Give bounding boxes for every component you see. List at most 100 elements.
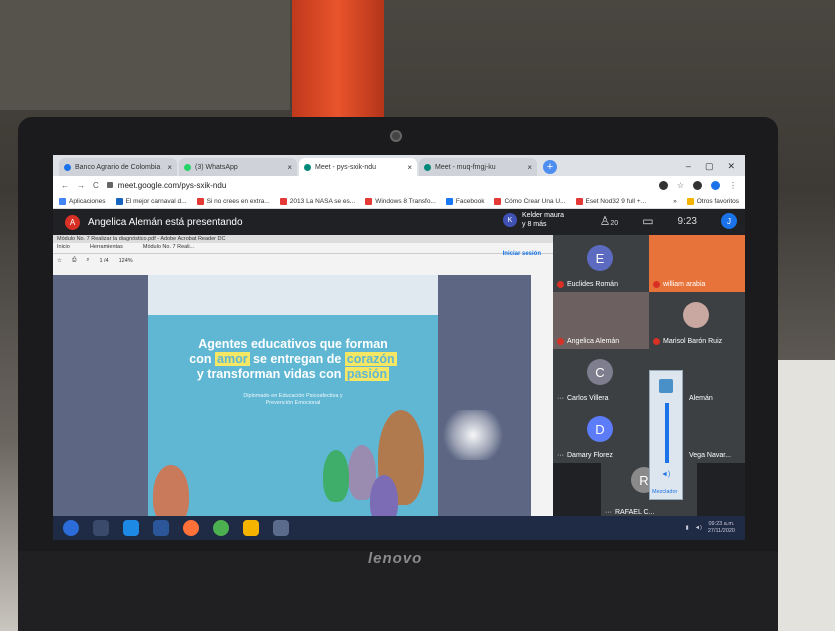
presenting-text: Angelica Alemán está presentando: [88, 216, 243, 228]
bookmark-label: Facebook: [455, 197, 485, 205]
bookmark-item[interactable]: Aplicaciones: [59, 197, 106, 205]
bookmark-item[interactable]: Eset Nod32 9 full +...: [575, 197, 646, 205]
people-icon: ♙: [599, 214, 611, 228]
participant-tile[interactable]: D ··· Damary Florez: [553, 406, 649, 463]
facebook-icon: [445, 197, 453, 205]
participant-avatar: D: [587, 416, 613, 442]
headline-line3: y transforman vidas con pasión: [156, 367, 430, 382]
participant-tile[interactable]: william arabia: [649, 235, 745, 292]
favicon-icon: [184, 163, 191, 171]
tab-whatsapp[interactable]: (3) WhatsApp ×: [179, 158, 297, 176]
tab-label: (3) WhatsApp: [195, 163, 238, 171]
chrome-icon[interactable]: [213, 520, 229, 536]
search-icon[interactable]: ⌕: [86, 257, 89, 264]
bookmark-item[interactable]: Si no crees en extra...: [196, 197, 270, 205]
mixer-link[interactable]: Mezclador: [652, 489, 677, 495]
tab-meet-2[interactable]: Meet - muq-fmgj-ku ×: [419, 158, 537, 176]
more-icon: ···: [557, 395, 564, 402]
highlight-word: corazón: [344, 352, 397, 366]
print-icon[interactable]: ⎙: [72, 257, 76, 264]
tab-banco[interactable]: Banco Agrario de Colombia ×: [59, 158, 177, 176]
headline-text: se entregan de: [249, 352, 345, 366]
extension-icon[interactable]: [693, 180, 702, 190]
star-icon[interactable]: ☆: [677, 181, 684, 190]
address-bar[interactable]: meet.google.com/pys-sxik-ndu: [106, 181, 651, 190]
folder-icon[interactable]: [243, 520, 259, 536]
reader-tab-doc[interactable]: Módulo No. 7 Reali...: [143, 244, 194, 252]
volume-popup[interactable]: ◄) Mezclador: [649, 370, 683, 500]
close-window-button[interactable]: ✕: [727, 161, 735, 172]
participant-name: william arabia: [663, 281, 706, 288]
task-view-icon[interactable]: [93, 520, 109, 536]
bookmark-label: Cómo Crear Una U...: [504, 197, 566, 205]
participant-name: Euclides Román: [567, 281, 618, 288]
bookmarks-more-button[interactable]: »: [673, 198, 677, 205]
tab-label: Meet - muq-fmgj-ku: [435, 163, 496, 171]
participant-tile[interactable]: Angelica Alemán: [553, 292, 649, 349]
new-tab-button[interactable]: +: [543, 160, 557, 174]
tab-meet-active[interactable]: Meet - pys-sxik-ndu ×: [299, 158, 417, 176]
minimize-button[interactable]: –: [686, 161, 691, 172]
meeting-time: 9:23: [677, 215, 697, 227]
bookmark-item[interactable]: 2013 La NASA se es...: [279, 197, 356, 205]
edge-icon[interactable]: [123, 520, 139, 536]
bookmark-item[interactable]: Windows 8 Transfo...: [365, 197, 436, 205]
orange-pillar: [292, 0, 384, 120]
other-bookmarks[interactable]: Otros favoritos: [686, 197, 739, 205]
more-icon: ···: [605, 509, 612, 516]
menu-icon[interactable]: ⋮: [729, 181, 737, 190]
firefox-icon[interactable]: [183, 520, 199, 536]
word-icon[interactable]: [153, 520, 169, 536]
bookmark-item[interactable]: Facebook: [445, 197, 485, 205]
reader-tab-home[interactable]: Inicio: [57, 244, 70, 252]
close-icon[interactable]: ×: [167, 163, 172, 172]
start-button[interactable]: [63, 520, 79, 536]
volume-tray-icon[interactable]: ◄): [695, 525, 702, 531]
participant-avatar: C: [587, 359, 613, 385]
subtitle-line2: Prevención Emocional: [265, 400, 321, 406]
youtube-icon: [494, 197, 502, 205]
volume-slider[interactable]: [665, 403, 669, 463]
close-icon[interactable]: ×: [287, 163, 292, 172]
pinned-participant[interactable]: K Kelder maura y 8 más: [503, 211, 564, 229]
save-icon[interactable]: ☆: [57, 258, 62, 264]
participant-tile[interactable]: C ··· Carlos Villera: [553, 349, 649, 406]
clock-date: 27/11/2020: [707, 528, 735, 534]
chat-icon[interactable]: ▭: [642, 214, 653, 228]
reload-button[interactable]: C: [93, 181, 99, 190]
zoom-level[interactable]: 124%: [119, 258, 133, 264]
close-icon[interactable]: ×: [407, 163, 412, 172]
back-button[interactable]: ←: [61, 181, 69, 190]
bookmark-label: Si no crees en extra...: [206, 197, 270, 205]
document-area: Agentes educativos que forman con amor s…: [53, 275, 531, 540]
people-button[interactable]: ♙20: [600, 214, 619, 228]
app-icon[interactable]: [273, 520, 289, 536]
reader-tab-tools[interactable]: Herramientas: [90, 244, 123, 252]
participant-tile[interactable]: Marisol Barón Ruiz: [649, 292, 745, 349]
page-counter: 1 /4: [99, 257, 109, 264]
participant-avatar: K: [503, 213, 517, 227]
subtitle-line1: Diplomado en Educación Psicoafectiva y: [243, 393, 343, 399]
browser-toolbar: ← → C meet.google.com/pys-sxik-ndu ☆ ⋮: [53, 176, 745, 194]
user-avatar[interactable]: J: [721, 213, 737, 229]
participant-more: y 8 más: [522, 221, 547, 228]
bookmark-item[interactable]: Cómo Crear Una U...: [494, 197, 566, 205]
bookmark-item[interactable]: El mejor carnaval d...: [115, 197, 187, 205]
apps-icon: [59, 197, 66, 205]
participant-tile[interactable]: E Euclides Román: [553, 235, 649, 292]
profile-avatar[interactable]: [711, 180, 720, 190]
close-icon[interactable]: ×: [527, 163, 532, 172]
network-icon[interactable]: ▮: [686, 525, 689, 531]
camera-icon[interactable]: [658, 180, 668, 190]
mic-off-icon: [557, 281, 564, 288]
bookmark-label: Aplicaciones: [69, 197, 106, 205]
screen-glare: [438, 410, 508, 460]
maximize-button[interactable]: ▢: [705, 161, 714, 172]
bookmark-label: 2013 La NASA se es...: [289, 197, 356, 205]
people-count: 20: [610, 220, 619, 227]
slide-page: Agentes educativos que forman con amor s…: [148, 275, 438, 540]
reader-side-tools: [531, 275, 553, 540]
signin-link[interactable]: Iniciar sesión: [503, 251, 541, 257]
clock[interactable]: 09:23 a.m. 27/11/2020: [708, 521, 735, 535]
forward-button[interactable]: →: [77, 181, 85, 190]
